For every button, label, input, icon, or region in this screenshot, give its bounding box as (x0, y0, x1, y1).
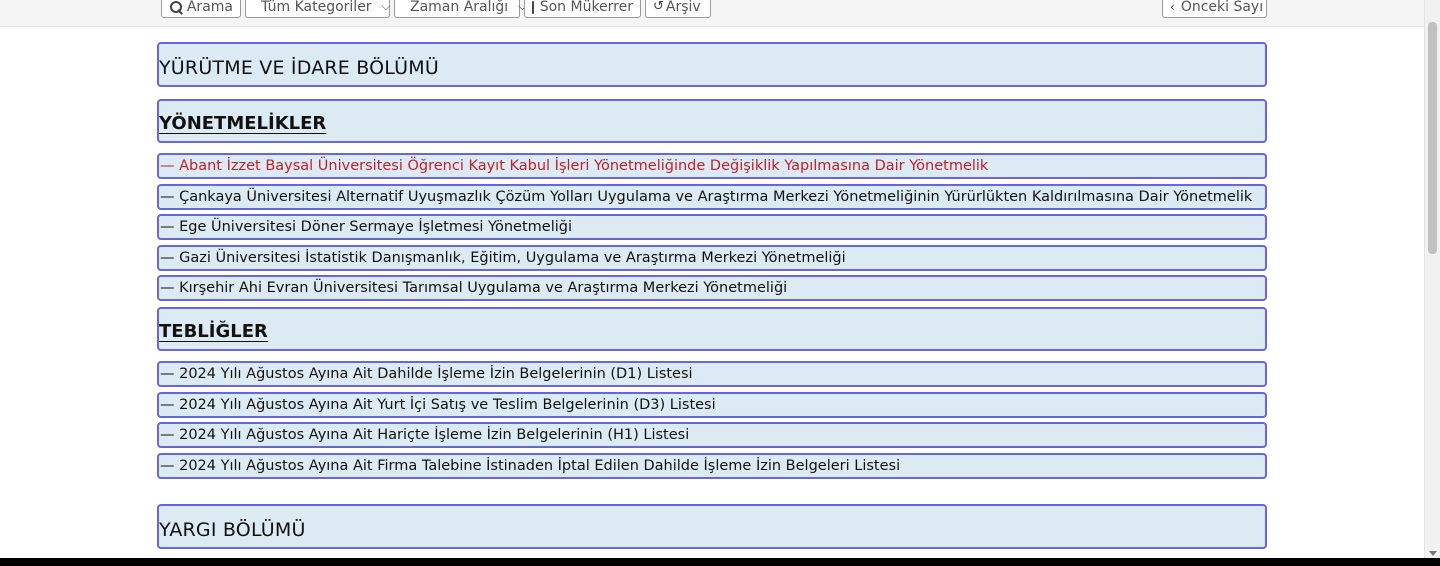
section-header-executive: YÜRÜTME VE İDARE BÖLÜMÜ (157, 42, 1267, 87)
category-select[interactable]: Tüm Kategoriler ⌵ (245, 0, 390, 18)
book-icon (532, 0, 540, 14)
bottom-edge (0, 558, 1440, 566)
list-item[interactable]: — 2024 Yılı Ağustos Ayına Ait Yurt İçi S… (157, 392, 1267, 418)
last-repeat-button-label: Son Mükerrer (539, 0, 633, 15)
scrollbar-thumb[interactable] (1428, 22, 1437, 254)
category-select-label: Tüm Kategoriler (261, 0, 372, 15)
chevron-left-icon: ‹ (1170, 0, 1175, 14)
list-item[interactable]: — Abant İzzet Baysal Üniversitesi Öğrenc… (157, 153, 1267, 179)
list-item[interactable]: — 2024 Yılı Ağustos Ayına Ait Dahilde İş… (157, 361, 1267, 387)
previous-issue-button[interactable]: ‹ Önceki Sayı (1162, 0, 1267, 18)
section-title: YÜRÜTME VE İDARE BÖLÜMÜ (159, 57, 439, 79)
search-button-label: Arama (186, 0, 233, 15)
subsection-title: TEBLİĞLER (159, 321, 268, 342)
list-item[interactable]: — Kırşehir Ahi Evran Üniversitesi Tarıms… (157, 275, 1267, 301)
history-icon: ↺ (653, 0, 664, 14)
list-item[interactable]: — Ege Üniversitesi Döner Sermaye İşletme… (157, 214, 1267, 240)
chevron-down-icon: ⌵ (381, 0, 390, 13)
subsection-title: YÖNETMELİKLER (159, 113, 327, 134)
list-item[interactable]: — Gazi Üniversitesi İstatistik Danışmanl… (157, 245, 1267, 271)
list-item[interactable]: — 2024 Yılı Ağustos Ayına Ait Firma Tale… (157, 453, 1267, 479)
scroll-down-arrow-icon[interactable] (1429, 551, 1437, 556)
date-range-select-label: Zaman Aralığı (410, 0, 509, 15)
archive-button[interactable]: ↺ Arşiv (645, 0, 711, 18)
date-range-select[interactable]: Zaman Aralığı ⌵ (394, 0, 527, 18)
vertical-scrollbar[interactable] (1424, 0, 1440, 558)
search-button[interactable]: Arama (161, 0, 241, 18)
subsection-header-communiques: TEBLİĞLER (157, 307, 1267, 351)
list-item[interactable]: — 2024 Yılı Ağustos Ayına Ait Hariçte İş… (157, 422, 1267, 448)
section-header-judiciary: YARGI BÖLÜMÜ (157, 504, 1267, 549)
search-icon (169, 0, 182, 14)
archive-button-label: Arşiv (665, 0, 701, 15)
subsection-header-regulations: YÖNETMELİKLER (157, 99, 1267, 143)
previous-issue-button-label: Önceki Sayı (1180, 0, 1264, 15)
section-title: YARGI BÖLÜMÜ (159, 519, 306, 541)
toolbar: Arama Tüm Kategoriler ⌵ Zaman Aralığı ⌵ … (0, 0, 1424, 27)
list-item[interactable]: — Çankaya Üniversitesi Alternatif Uyuşma… (157, 184, 1267, 210)
last-repeat-button[interactable]: Son Mükerrer (524, 0, 641, 18)
